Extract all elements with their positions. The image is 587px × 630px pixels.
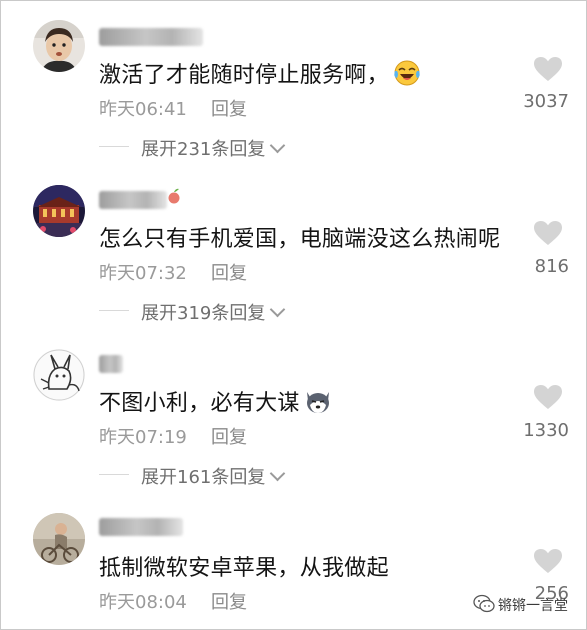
- username-blurred[interactable]: [99, 518, 183, 536]
- like-count: 1330: [523, 420, 569, 441]
- comment-list: 激活了才能随时停止服务啊， 昨天06:41 回复 3037 展开231条回复 怎…: [0, 0, 587, 630]
- expand-replies-button[interactable]: 展开231条回复: [141, 135, 286, 161]
- like-heart-icon[interactable]: [533, 56, 563, 82]
- comment-time: 昨天08:04: [99, 592, 187, 613]
- avatar[interactable]: [33, 349, 85, 401]
- avatar[interactable]: [33, 513, 85, 565]
- comment-text: 激活了才能随时停止服务啊，: [99, 57, 421, 89]
- expand-replies-button[interactable]: 展开319条回复: [141, 299, 286, 325]
- avatar[interactable]: [33, 20, 85, 72]
- username-blurred[interactable]: [99, 191, 167, 209]
- chevron-down-icon: [270, 137, 286, 154]
- like-heart-icon[interactable]: [533, 384, 563, 410]
- comment-text: 怎么只有手机爱国，电脑端没这么热闹呢: [99, 227, 501, 252]
- comment-text: 抵制微软安卓苹果，从我做起: [99, 556, 389, 581]
- laughing-crying-emoji-icon: [393, 59, 421, 87]
- divider-line: [99, 310, 129, 311]
- like-count: 3037: [523, 91, 569, 112]
- reply-button[interactable]: 回复: [211, 423, 247, 449]
- comment-time: 昨天07:19: [99, 427, 187, 448]
- chevron-down-icon: [270, 301, 286, 318]
- wechat-logo-icon: [473, 594, 495, 614]
- avatar[interactable]: [33, 185, 85, 237]
- expand-replies[interactable]: 展开319条回复: [99, 299, 319, 325]
- reply-button[interactable]: 回复: [211, 588, 247, 614]
- divider-line: [99, 146, 129, 147]
- watermark-text: 锵锵一言堂: [498, 598, 568, 614]
- like-heart-icon[interactable]: [533, 548, 563, 574]
- like-heart-icon[interactable]: [533, 220, 563, 246]
- like-count: 816: [534, 256, 569, 277]
- username-blurred[interactable]: [99, 355, 123, 373]
- comment-time: 昨天06:41: [99, 99, 187, 120]
- comment-time: 昨天07:32: [99, 263, 187, 284]
- expand-replies-button[interactable]: 展开161条回复: [141, 463, 286, 489]
- expand-replies[interactable]: 展开231条回复: [99, 135, 319, 161]
- comment-text: 不图小利，必有大谋: [99, 385, 332, 417]
- divider-line: [99, 474, 129, 475]
- username-badge-icon: [167, 188, 181, 204]
- expand-replies[interactable]: 展开161条回复: [99, 463, 319, 489]
- reply-button[interactable]: 回复: [211, 259, 247, 285]
- reply-button[interactable]: 回复: [211, 95, 247, 121]
- chevron-down-icon: [270, 465, 286, 482]
- husky-dog-emoji-icon: [304, 387, 332, 415]
- watermark: 锵锵一言堂: [471, 591, 581, 619]
- username-blurred[interactable]: [99, 28, 203, 46]
